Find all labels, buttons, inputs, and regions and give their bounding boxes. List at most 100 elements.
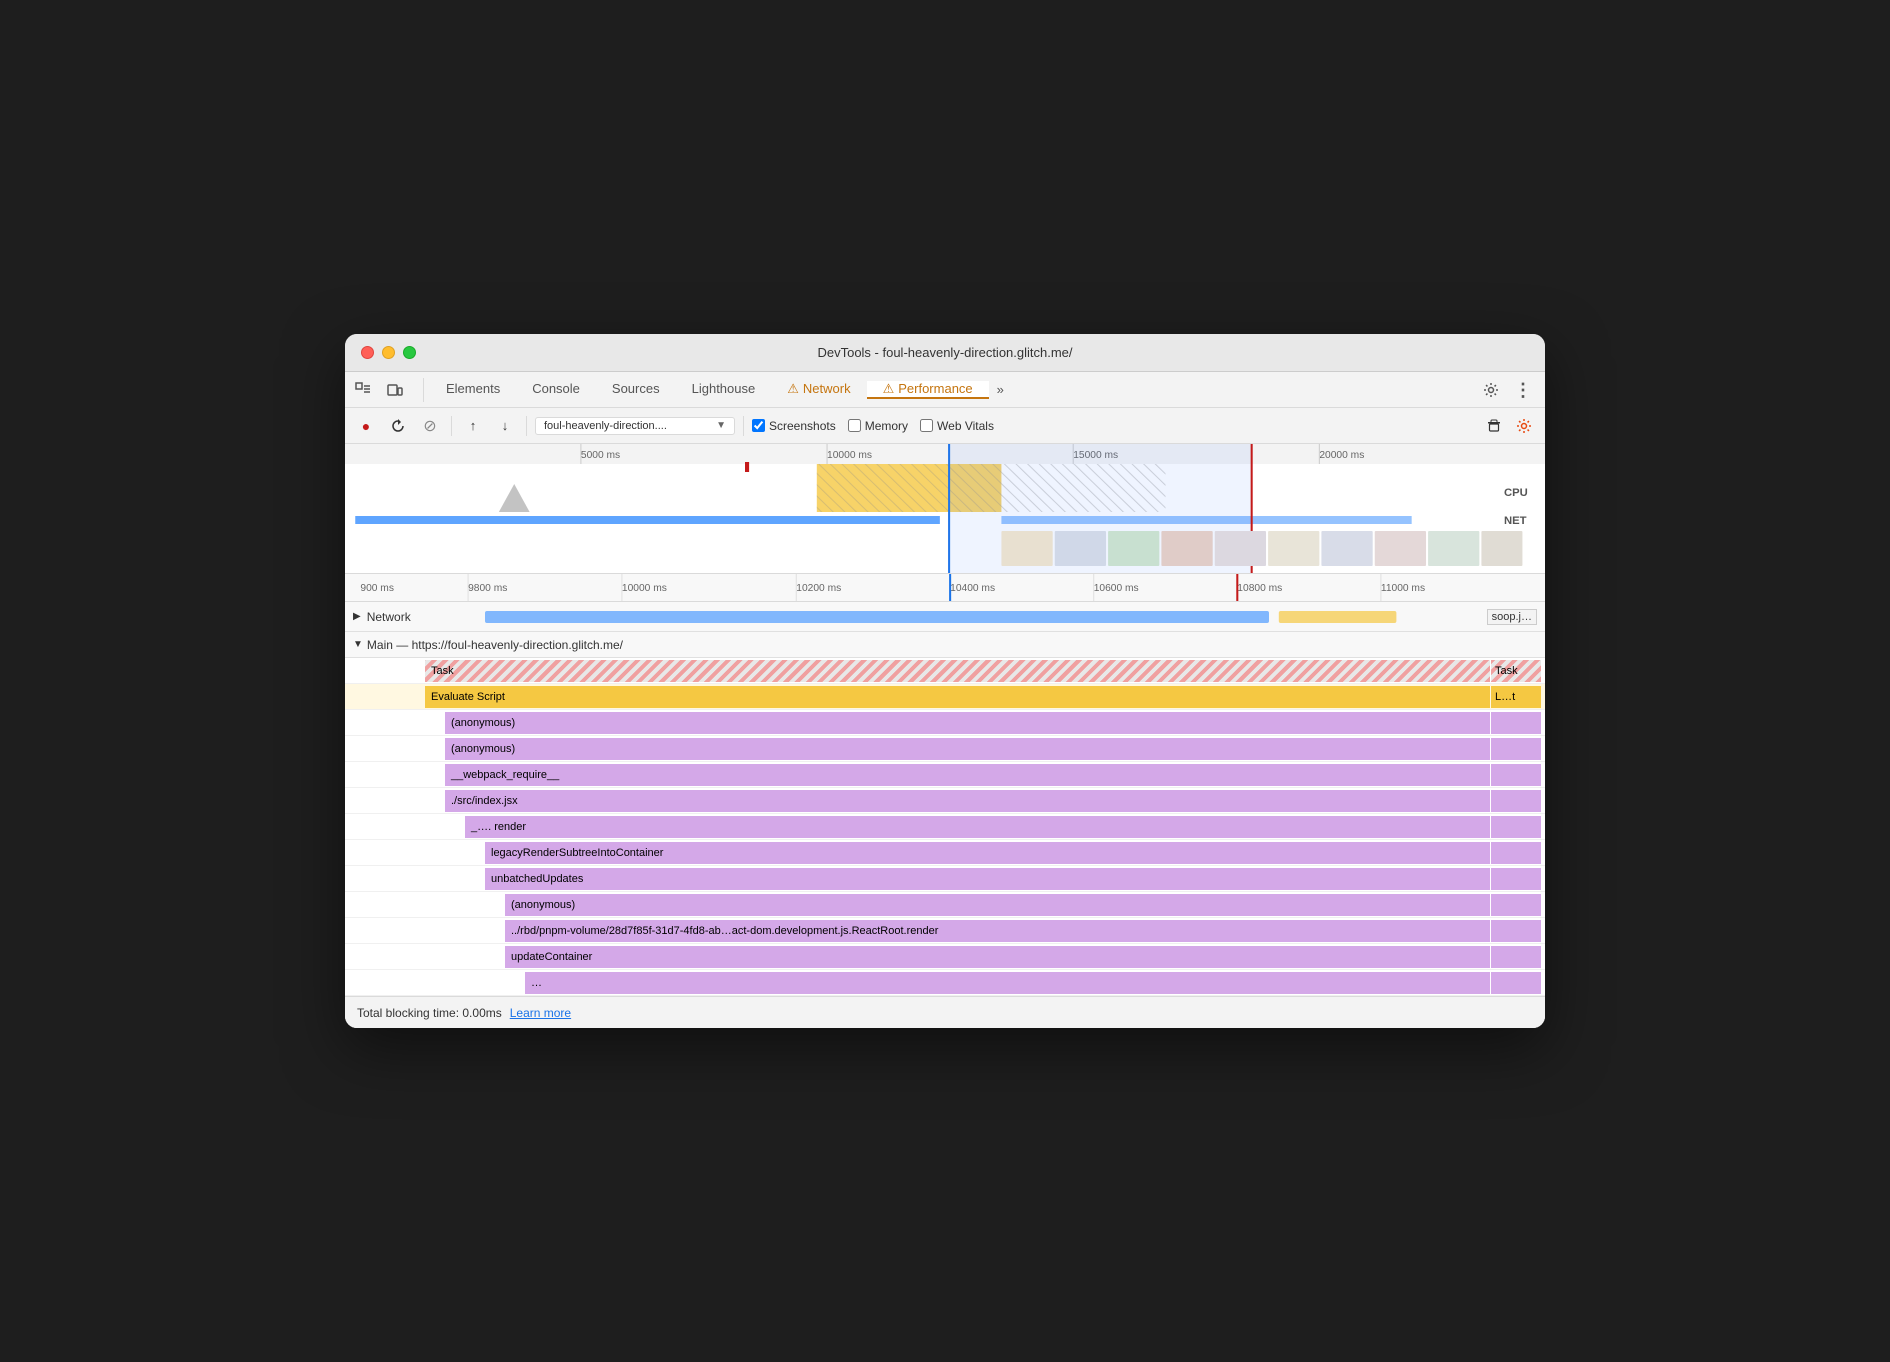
tab-sources[interactable]: Sources: [596, 381, 676, 398]
svg-text:10800 ms: 10800 ms: [1237, 583, 1282, 594]
url-selector[interactable]: foul-heavenly-direction.... ▼: [535, 417, 735, 435]
flame-row-index[interactable]: ./src/index.jsx: [345, 788, 1545, 814]
traffic-lights: [361, 346, 416, 359]
tab-elements-label: Elements: [446, 381, 500, 396]
anon2-bar[interactable]: (anonymous): [445, 738, 1490, 760]
trash-icon: [1487, 419, 1501, 433]
browser-window: DevTools - foul-heavenly-direction.glitc…: [345, 334, 1545, 1028]
record-icon: ●: [362, 418, 370, 434]
web-vitals-checkbox[interactable]: [920, 419, 933, 432]
update-container-right: [1491, 946, 1541, 968]
download-button[interactable]: ↓: [492, 413, 518, 439]
delete-recording-button[interactable]: [1481, 413, 1507, 439]
flame-row-anon1[interactable]: (anonymous): [345, 710, 1545, 736]
memory-checkbox-item[interactable]: Memory: [848, 419, 908, 433]
task-bar-right: Task: [1491, 660, 1541, 682]
tab-lighthouse[interactable]: Lighthouse: [676, 381, 772, 398]
learn-more-link[interactable]: Learn more: [510, 1006, 571, 1020]
legacy-render-bar[interactable]: legacyRenderSubtreeIntoContainer: [485, 842, 1490, 864]
render-bar[interactable]: _…. render: [465, 816, 1490, 838]
rbd-bar[interactable]: ../rbd/pnpm-volume/28d7f85f-31d7-4fd8-ab…: [505, 920, 1490, 942]
settings-icon[interactable]: [1477, 376, 1505, 404]
cancel-icon: ⊘: [423, 416, 436, 436]
screenshots-label: Screenshots: [769, 419, 836, 433]
inspector-icon[interactable]: [349, 376, 377, 404]
flame-chart: Task Task Evaluate Script L…t (anonymous…: [345, 658, 1545, 996]
performance-warning-icon: ⚠: [883, 381, 895, 397]
cancel-button[interactable]: ⊘: [417, 413, 443, 439]
device-mode-icon[interactable]: [381, 376, 409, 404]
timeline-overview[interactable]: 5000 ms 10000 ms 15000 ms 20000 ms CPU: [345, 444, 1545, 574]
reload-record-button[interactable]: [385, 413, 411, 439]
tab-elements[interactable]: Elements: [430, 381, 516, 398]
upload-button[interactable]: ↑: [460, 413, 486, 439]
timeline-svg: 5000 ms 10000 ms 15000 ms 20000 ms CPU: [345, 444, 1545, 574]
tab-console[interactable]: Console: [516, 381, 596, 398]
svg-text:900 ms: 900 ms: [360, 583, 394, 594]
flame-row-anon3[interactable]: (anonymous): [345, 892, 1545, 918]
performance-toolbar: ● ⊘ ↑ ↓ foul-heavenly-direction.... ▼: [345, 408, 1545, 444]
flame-row-legacy-render[interactable]: legacyRenderSubtreeIntoContainer: [345, 840, 1545, 866]
webpack-right: [1491, 764, 1541, 786]
main-expand-arrow[interactable]: ▼: [353, 639, 363, 650]
svg-text:10400 ms: 10400 ms: [950, 583, 995, 594]
record-button[interactable]: ●: [353, 413, 379, 439]
network-bars-svg: [485, 606, 1465, 628]
more-right: [1491, 972, 1541, 994]
close-button[interactable]: [361, 346, 374, 359]
tab-performance-label: Performance: [898, 381, 972, 396]
total-blocking-time: Total blocking time: 0.00ms: [357, 1006, 502, 1020]
index-bar[interactable]: ./src/index.jsx: [445, 790, 1490, 812]
network-warning-icon: ⚠: [787, 381, 799, 397]
zoomed-timeline[interactable]: 900 ms 9800 ms 10000 ms 10200 ms 10400 m…: [345, 574, 1545, 602]
flame-row-update-container[interactable]: updateContainer: [345, 944, 1545, 970]
screenshots-checkbox-item[interactable]: Screenshots: [752, 419, 836, 433]
title-bar: DevTools - foul-heavenly-direction.glitc…: [345, 334, 1545, 372]
rbd-right: [1491, 920, 1541, 942]
evaluate-script-right: L…t: [1491, 686, 1541, 708]
flame-row-render[interactable]: _…. render: [345, 814, 1545, 840]
tab-console-label: Console: [532, 381, 580, 396]
devtools-body: Elements Console Sources Lighthouse ⚠ Ne…: [345, 372, 1545, 1028]
svg-text:9800 ms: 9800 ms: [468, 583, 507, 594]
minimize-button[interactable]: [382, 346, 395, 359]
web-vitals-checkbox-item[interactable]: Web Vitals: [920, 419, 994, 433]
window-title: DevTools - foul-heavenly-direction.glitc…: [817, 345, 1072, 360]
task-bar-label: Task: [431, 665, 454, 677]
render-right: [1491, 816, 1541, 838]
webpack-bar[interactable]: __webpack_require__: [445, 764, 1490, 786]
tab-network[interactable]: ⚠ Network: [771, 381, 866, 399]
update-container-bar[interactable]: updateContainer: [505, 946, 1490, 968]
flame-row-task[interactable]: Task Task: [345, 658, 1545, 684]
anon3-bar[interactable]: (anonymous): [505, 894, 1490, 916]
anon3-right: [1491, 894, 1541, 916]
performance-settings-button[interactable]: [1511, 413, 1537, 439]
tab-lighthouse-label: Lighthouse: [692, 381, 756, 396]
memory-label: Memory: [865, 419, 908, 433]
network-expand-arrow[interactable]: ▶: [353, 611, 361, 622]
flame-row-anon2[interactable]: (anonymous): [345, 736, 1545, 762]
screenshots-checkbox[interactable]: [752, 419, 765, 432]
tab-overflow-button[interactable]: »: [989, 382, 1012, 397]
svg-text:10200 ms: 10200 ms: [796, 583, 841, 594]
upload-icon: ↑: [470, 418, 477, 433]
toolbar-separator-2: [526, 416, 527, 436]
anon1-bar[interactable]: (anonymous): [445, 712, 1490, 734]
maximize-button[interactable]: [403, 346, 416, 359]
flame-row-rbd[interactable]: ../rbd/pnpm-volume/28d7f85f-31d7-4fd8-ab…: [345, 918, 1545, 944]
main-header-label: Main — https://foul-heavenly-direction.g…: [367, 638, 623, 652]
flame-row-webpack[interactable]: __webpack_require__: [345, 762, 1545, 788]
flame-row-evaluate-script[interactable]: Evaluate Script L…t: [345, 684, 1545, 710]
more-bar[interactable]: …: [525, 972, 1490, 994]
memory-checkbox[interactable]: [848, 419, 861, 432]
flame-row-unbatched[interactable]: unbatchedUpdates: [345, 866, 1545, 892]
svg-text:11000 ms: 11000 ms: [1381, 583, 1425, 594]
more-options-icon[interactable]: ⋮: [1509, 376, 1537, 404]
tab-performance[interactable]: ⚠ Performance: [867, 381, 989, 399]
network-section-header[interactable]: ▶ Network soop.j…: [345, 602, 1545, 632]
evaluate-script-bar[interactable]: Evaluate Script: [425, 686, 1490, 708]
unbatched-bar[interactable]: unbatchedUpdates: [485, 868, 1490, 890]
task-bar[interactable]: Task: [425, 660, 1490, 682]
web-vitals-label: Web Vitals: [937, 419, 994, 433]
flame-row-more[interactable]: …: [345, 970, 1545, 996]
